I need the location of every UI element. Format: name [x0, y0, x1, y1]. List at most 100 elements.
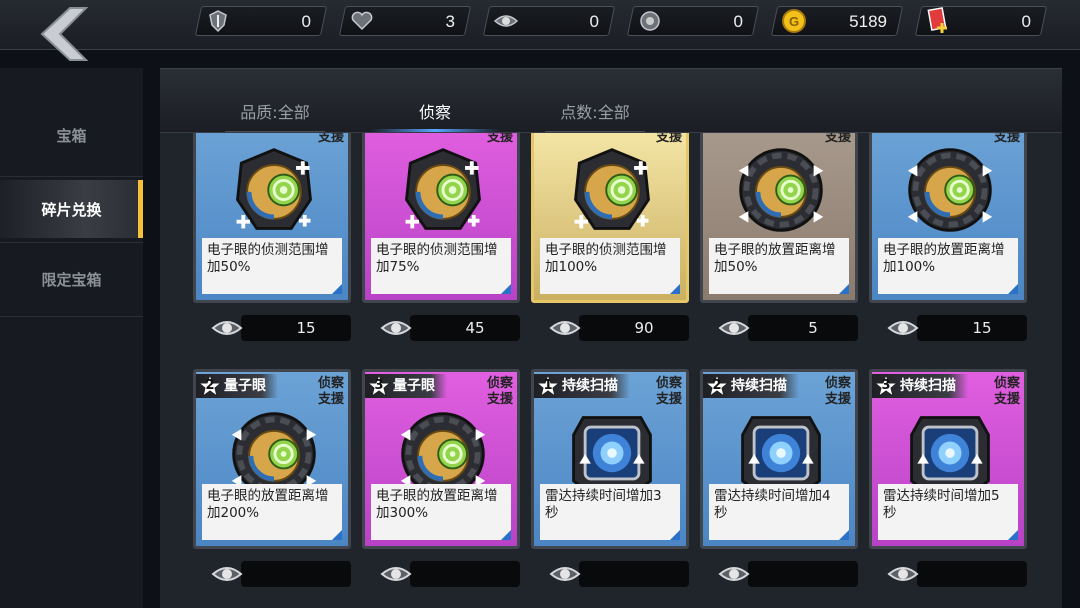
corner-decoration	[501, 284, 511, 294]
corner-decoration	[332, 284, 342, 294]
cost-value: 15	[241, 315, 351, 341]
resource-value: 0	[589, 12, 599, 31]
tab-label: 点数:全部	[560, 103, 630, 122]
eye-icon	[211, 560, 243, 588]
reward-card[interactable]: 支援 电子眼的放置距离增加50%	[700, 133, 858, 303]
tab-label: 侦察	[418, 103, 451, 122]
chevron-left-icon	[40, 7, 89, 61]
top-bar: 0 3 0 0 G 5189 0	[0, 0, 1080, 61]
gold-coin-icon: G	[781, 8, 807, 34]
card-description: 电子眼的侦测范围增加100%	[540, 238, 680, 294]
back-button[interactable]	[30, 4, 100, 62]
electronic-eye-icon	[236, 148, 312, 230]
sidenav-item-label: 宝箱	[56, 126, 87, 145]
corner-decoration	[670, 284, 680, 294]
corner-decoration	[332, 530, 342, 540]
corner-decoration	[1008, 284, 1018, 294]
cost-value	[241, 561, 351, 587]
resource-value: 0	[301, 12, 311, 31]
card-tag: 侦察	[824, 376, 851, 391]
svg-text:G: G	[789, 14, 799, 29]
rank-star-icon: 1	[536, 374, 560, 398]
reward-card[interactable]: 支援 电子眼的侦测范围增加75%	[362, 133, 520, 303]
resource-eye: 0	[482, 6, 616, 36]
rank-number: 2	[205, 378, 215, 393]
eye-icon	[718, 560, 750, 588]
cost-value: 90	[579, 315, 689, 341]
sidenav-item-label: 碎片兑换	[41, 200, 102, 219]
card-tags: 侦察 支援	[487, 376, 513, 408]
card-description: 雷达持续时间增加3秒	[540, 484, 680, 540]
cost-value	[748, 561, 858, 587]
reward-card[interactable]: 持续扫描 2 侦察 支援 雷达持续时间增加4秒	[700, 369, 858, 549]
cost-value: 5	[748, 315, 858, 341]
card-description: 雷达持续时间增加4秒	[709, 484, 849, 540]
divider	[0, 176, 143, 177]
card-tag: 侦察	[317, 376, 344, 391]
rank-star-icon: 2	[705, 374, 729, 398]
card-tag: 侦察	[486, 376, 513, 391]
cost-value	[579, 561, 689, 587]
main-panel: 品质:全部 侦察 点数:全部 支援 电子眼的侦测范围增加50% 15 支援 电子眼的…	[160, 68, 1062, 608]
resource-value: 0	[733, 12, 743, 31]
divider	[0, 316, 143, 317]
side-nav: 宝箱 碎片兑换 限定宝箱	[0, 68, 143, 608]
divider	[545, 131, 645, 132]
eye-icon	[380, 560, 412, 588]
corner-decoration	[501, 530, 511, 540]
card-grid: 支援 电子眼的侦测范围增加50% 15 支援 电子眼的侦测范围增加75% 45 支援 电…	[160, 133, 1062, 608]
cost-value	[917, 561, 1027, 587]
reward-card[interactable]: 持续扫描 1 侦察 支援 雷达持续时间增加3秒	[531, 369, 689, 549]
eye-icon	[887, 560, 919, 588]
resource-value: 0	[1021, 12, 1031, 31]
reward-card[interactable]: 支援 电子眼的侦测范围增加50%	[193, 133, 351, 303]
reward-card[interactable]: 量子眼 3 侦察 支援 电子眼的放置距离增加300%	[362, 369, 520, 549]
electronic-eye-icon	[574, 148, 650, 230]
tab-quality-filter[interactable]: 品质:全部	[200, 99, 350, 132]
corner-decoration	[839, 284, 849, 294]
eye-icon	[718, 314, 750, 342]
filter-tabs: 品质:全部 侦察 点数:全部	[160, 69, 1062, 133]
rank-star-icon: 3	[367, 374, 391, 398]
card-tags: 侦察 支援	[656, 376, 682, 408]
eye-icon	[549, 560, 581, 588]
card-description: 电子眼的放置距离增加100%	[878, 238, 1018, 294]
rank-number: 3	[881, 378, 891, 393]
card-description: 电子眼的侦测范围增加75%	[371, 238, 511, 294]
resource-gold: G 5189	[770, 6, 904, 36]
card-tags: 侦察 支援	[825, 376, 851, 408]
electronic-eye-icon	[405, 148, 481, 230]
sidenav-item-label: 限定宝箱	[41, 270, 102, 289]
resource-heart: 3	[338, 6, 472, 36]
rank-star-icon: 3	[874, 374, 898, 398]
card-tag: 侦察	[655, 376, 682, 391]
tab-points-filter[interactable]: 点数:全部	[520, 99, 670, 132]
eye-icon	[887, 314, 919, 342]
eye-icon	[380, 314, 412, 342]
sidenav-item-chest[interactable]: 宝箱	[0, 106, 143, 164]
reward-card[interactable]: 持续扫描 3 侦察 支援 雷达持续时间增加5秒	[869, 369, 1027, 549]
heart-icon	[349, 8, 375, 34]
sidenav-item-fragment-exchange[interactable]: 碎片兑换	[0, 180, 143, 238]
reward-card[interactable]: 量子眼 2 侦察 支援 电子眼的放置距离增加200%	[193, 369, 351, 549]
card-description: 电子眼的放置距离增加200%	[202, 484, 342, 540]
corner-decoration	[670, 530, 680, 540]
medal-icon	[637, 8, 663, 34]
corner-decoration	[1008, 530, 1018, 540]
electronic-eye-icon	[907, 148, 993, 232]
card-description: 电子眼的放置距离增加50%	[709, 238, 849, 294]
reward-card[interactable]: 支援 电子眼的侦测范围增加100%	[531, 133, 689, 303]
reward-card[interactable]: 支援 电子眼的放置距离增加100%	[869, 133, 1027, 303]
cost-value	[410, 561, 520, 587]
cost-value: 45	[410, 315, 520, 341]
card-description: 雷达持续时间增加5秒	[878, 484, 1018, 540]
eye-icon	[211, 314, 243, 342]
card-tags: 侦察 支援	[318, 376, 344, 408]
sidenav-item-limited-chest[interactable]: 限定宝箱	[0, 250, 143, 308]
card-tag: 侦察	[993, 376, 1020, 391]
rank-number: 1	[543, 378, 553, 393]
tab-recon[interactable]: 侦察	[360, 99, 510, 132]
resource-ticket: 0	[914, 6, 1048, 36]
resource-value: 3	[445, 12, 455, 31]
resource-shield: 0	[194, 6, 328, 36]
